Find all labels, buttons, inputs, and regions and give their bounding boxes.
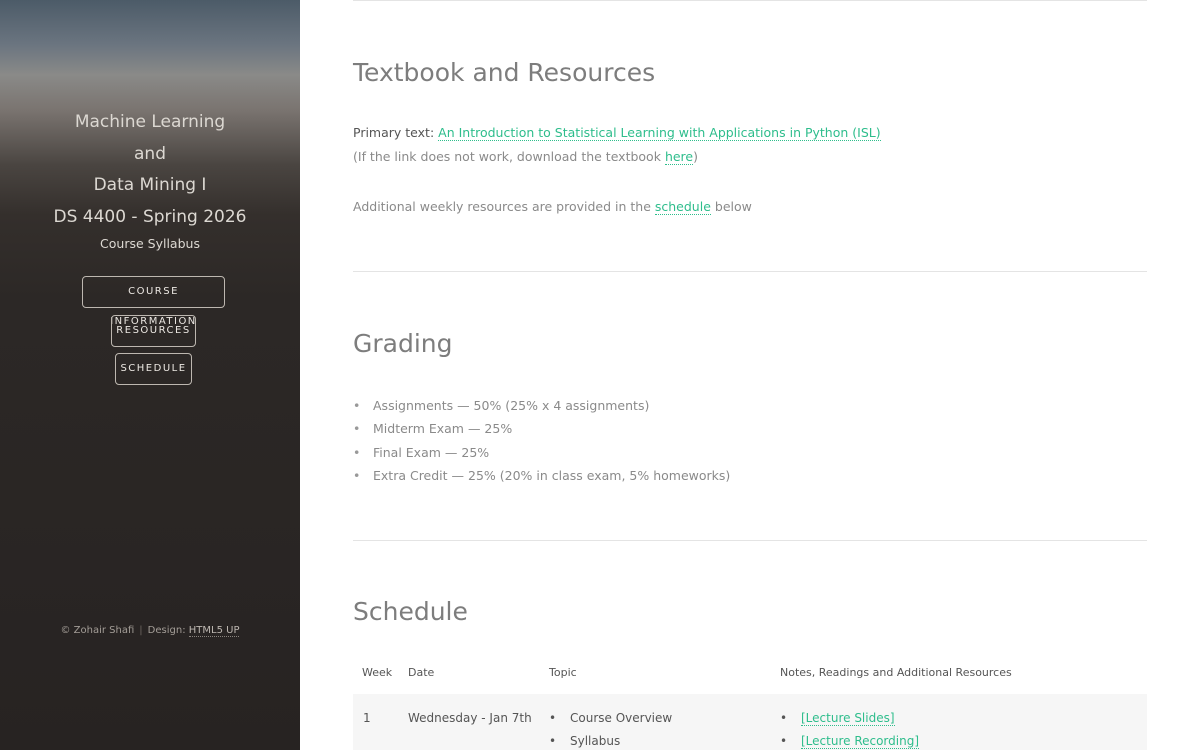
column-date: Date — [408, 666, 435, 679]
html5up-link[interactable]: HTML5 UP — [188, 625, 240, 637]
topic-item: Syllabus — [549, 734, 672, 750]
section-divider — [353, 271, 1147, 272]
column-week: Week — [362, 666, 393, 679]
lecture-recording-link[interactable]: [Lecture Recording] — [801, 734, 920, 749]
lecture-slides-link[interactable]: [Lecture Slides] — [801, 711, 895, 726]
additional-resources-line: Additional weekly resources are provided… — [353, 199, 752, 215]
nav-course-information-button[interactable]: Course Information — [82, 276, 225, 327]
course-title-line-1: Machine Learning — [74, 112, 226, 132]
week-cell: 1 — [363, 711, 371, 725]
grading-item: Assignments — 50% (25% x 4 assignments) — [353, 396, 730, 419]
textbook-download-link[interactable]: here — [664, 149, 694, 165]
column-topic: Topic — [549, 666, 577, 679]
grading-item: Final Exam — 25% — [353, 443, 730, 466]
topic-item: Course Overview — [549, 711, 672, 734]
grading-item: Midterm Exam — 25% — [353, 419, 730, 442]
textbook-heading: Textbook and Resources — [353, 58, 656, 87]
section-divider — [353, 540, 1147, 541]
notes-item: [Lecture Slides] — [780, 711, 919, 734]
design-label: Design: — [147, 625, 186, 636]
course-title-line-2: and — [134, 143, 166, 164]
course-code: DS 4400 - Spring 2026 — [53, 206, 247, 227]
grading-heading: Grading — [353, 329, 453, 358]
grading-list: Assignments — 50% (25% x 4 assignments) … — [353, 396, 730, 489]
section-divider — [353, 0, 1147, 1]
additional-suffix: below — [714, 199, 752, 214]
primary-text-label: Primary text: — [353, 125, 435, 140]
schedule-table-header: Week Date Topic Notes, Readings and Addi… — [353, 662, 1147, 694]
table-row: 1 Wednesday - Jan 7th Course Overview Sy… — [353, 694, 1147, 750]
primary-text-line: Primary text: An Introduction to Statist… — [353, 125, 881, 141]
nav-resources-button[interactable]: Resources — [111, 315, 196, 347]
fallback-text-line: (If the link does not work, download the… — [353, 149, 698, 165]
course-title-line-3: Data Mining I — [93, 175, 207, 195]
sidebar: Machine Learning and Data Mining I DS 44… — [0, 0, 300, 750]
course-subtitle: Course Syllabus — [100, 236, 200, 251]
schedule-link[interactable]: schedule — [654, 199, 711, 215]
nav-schedule-button[interactable]: Schedule — [115, 353, 192, 385]
schedule-heading: Schedule — [353, 597, 468, 626]
sidebar-footer: © Zohair Shafi | Design: HTML5 UP — [0, 625, 300, 637]
column-notes: Notes, Readings and Additional Resources — [780, 666, 1012, 679]
grading-item: Extra Credit — 25% (20% in class exam, 5… — [353, 466, 730, 489]
fallback-text: (If the link does not work, download the… — [353, 149, 661, 164]
fallback-close: ) — [693, 149, 698, 164]
additional-text: Additional weekly resources are provided… — [353, 199, 651, 214]
notes-list: [Lecture Slides] [Lecture Recording] — [780, 711, 920, 750]
isl-textbook-link[interactable]: An Introduction to Statistical Learning … — [438, 125, 881, 141]
notes-item: [Lecture Recording] — [780, 734, 920, 750]
footer-divider: | — [139, 625, 143, 636]
course-title: Machine Learning and Data Mining I DS 44… — [0, 107, 300, 233]
topics-list: Course Overview Syllabus — [549, 711, 672, 750]
copyright-text: © Zohair Shafi — [60, 625, 135, 636]
date-cell: Wednesday - Jan 7th — [408, 711, 532, 725]
